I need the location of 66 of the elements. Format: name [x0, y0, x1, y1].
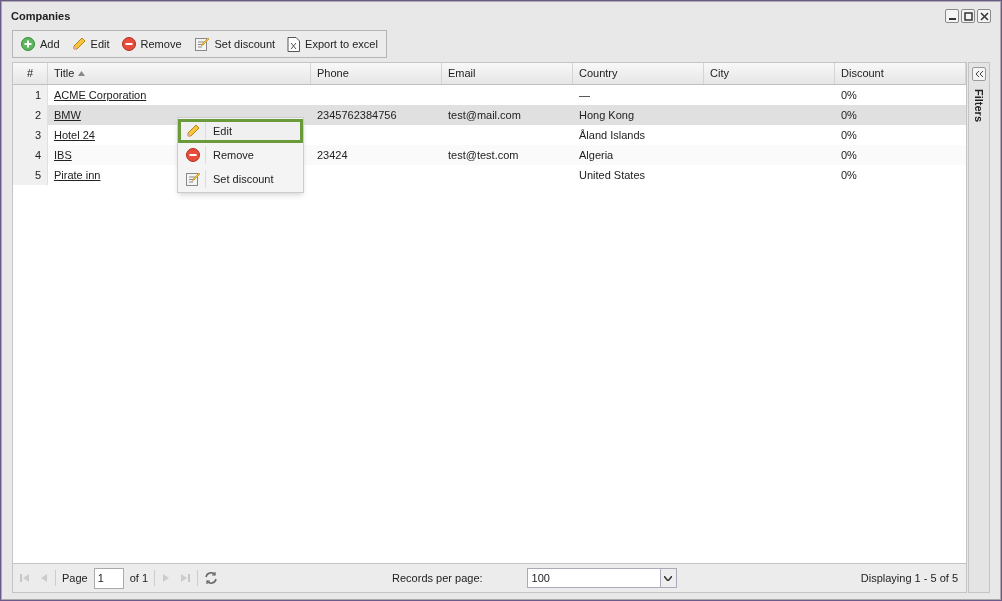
table-cell-text: United States — [579, 167, 646, 183]
page-count: of 1 — [129, 570, 149, 586]
menu-item[interactable]: Edit — [178, 119, 303, 143]
table-cell-text: 3 — [34, 127, 41, 143]
column-header[interactable]: Phone — [311, 63, 442, 84]
pencil-icon — [186, 124, 200, 138]
table-row[interactable]: 2 BMW 2345762384756 test@mail.com Hong Kong 0% — [13, 105, 966, 125]
column-header[interactable]: # — [13, 63, 48, 84]
expand-button[interactable] — [972, 67, 986, 81]
toolbar-button[interactable]: Add — [21, 35, 60, 53]
table-cell-text: Hong Kong — [579, 107, 635, 123]
table-cell-text: 0% — [841, 127, 857, 143]
column-header[interactable]: Country — [573, 63, 704, 84]
close-button[interactable] — [977, 9, 991, 23]
refresh-icon[interactable] — [204, 571, 219, 585]
records-label: Records per page: — [392, 570, 483, 586]
table-cell-text: 1 — [34, 87, 41, 103]
toolbar-button[interactable]: Export to excel — [287, 35, 378, 53]
company-link[interactable]: Pirate inn — [54, 166, 101, 184]
page-input[interactable]: 1 — [93, 567, 124, 589]
toolbar-button[interactable]: Remove — [121, 35, 182, 53]
minimize-button[interactable] — [945, 9, 959, 23]
display-summary: Displaying 1 - 5 of 5 — [860, 570, 958, 586]
column-header[interactable]: Discount — [835, 63, 966, 84]
document-icon — [287, 36, 301, 52]
menu-item[interactable]: Remove — [178, 143, 303, 167]
filters-title[interactable]: Filters — [970, 89, 988, 122]
table-cell-text: 23424 — [317, 147, 348, 163]
column-header[interactable]: Title — [48, 63, 311, 84]
table-cell-text: test@mail.com — [448, 107, 521, 123]
table-cell-text: 0% — [841, 167, 857, 183]
minus-icon — [186, 148, 200, 162]
sort-arrow-icon — [78, 71, 86, 76]
toolbar-button[interactable]: Set discount — [193, 35, 276, 53]
table-cell-text: 0% — [841, 147, 857, 163]
table-cell-text: 0% — [841, 107, 857, 123]
close-icon — [979, 11, 989, 21]
minimize-icon — [948, 17, 956, 20]
double-chevron-left-icon — [974, 70, 984, 78]
records-dropdown[interactable]: 100 — [526, 568, 677, 588]
window-title: Companies — [11, 8, 71, 24]
table-cell-text: test@test.com — [448, 147, 519, 163]
column-header[interactable]: Email — [442, 63, 573, 84]
table-cell-text: 5 — [34, 167, 41, 183]
notepad-icon — [193, 36, 210, 52]
maximize-button[interactable] — [961, 9, 975, 23]
toolbar-button[interactable]: Edit — [71, 35, 110, 53]
column-header[interactable]: City — [704, 63, 835, 84]
table-cell-text: Algeria — [579, 147, 614, 163]
page-label: Page — [62, 570, 88, 586]
table-cell-text: — — [579, 87, 590, 103]
table-cell-text: 4 — [34, 147, 41, 163]
table-cell-text: Åland Islands — [579, 127, 646, 143]
company-link[interactable]: IBS — [54, 146, 72, 164]
company-link[interactable]: Hotel 24 — [54, 126, 95, 144]
table-cell-text: 0% — [841, 87, 857, 103]
maximize-icon — [963, 11, 973, 21]
company-link[interactable]: ACME Corporation — [54, 86, 147, 104]
company-link[interactable]: BMW — [54, 106, 81, 124]
notepad-icon — [185, 171, 201, 187]
minus-icon — [121, 37, 136, 51]
table-cell-text: 2 — [34, 107, 41, 123]
chevron-down-icon — [664, 575, 673, 581]
plus-icon — [21, 37, 35, 51]
pencil-icon — [71, 37, 86, 51]
table-cell-text: 2345762384756 — [317, 107, 397, 123]
